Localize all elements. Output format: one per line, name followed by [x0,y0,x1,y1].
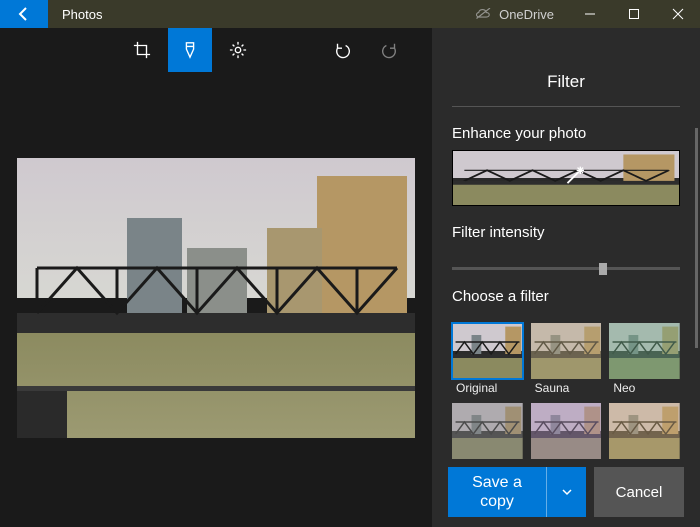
filter-panel: Filter Enhance your photo Filter inten [432,28,700,527]
save-dropdown-button[interactable] [546,467,586,517]
filter-option-5[interactable] [609,403,680,459]
intensity-section-label: Filter intensity [452,224,680,241]
choose-filter-label: Choose a filter [452,288,680,305]
filter-thumbnail [531,323,602,379]
title-bar: Photos OneDrive [0,0,700,28]
filter-grid: Original Sauna Neo [452,323,680,459]
filter-thumbnail [609,403,680,459]
maximize-button[interactable] [612,0,656,28]
enhance-photo-button[interactable] [452,150,680,206]
filter-option-Sauna[interactable]: Sauna [531,323,602,395]
minimize-button[interactable] [568,0,612,28]
photo-canvas[interactable] [0,28,432,527]
adjust-tool-button[interactable] [216,28,260,72]
filter-option-4[interactable] [531,403,602,459]
redo-icon [381,41,399,59]
redo-button[interactable] [368,28,412,72]
enhance-section-label: Enhance your photo [452,125,680,142]
crop-icon [133,41,151,59]
crop-tool-button[interactable] [120,28,164,72]
panel-title: Filter [452,72,680,107]
undo-button[interactable] [320,28,364,72]
cancel-button[interactable]: Cancel [594,467,684,517]
onedrive-label: OneDrive [499,7,554,22]
slider-thumb[interactable] [599,263,607,275]
filter-thumbnail [452,403,523,459]
filter-thumbnail [452,323,523,379]
action-bar: Save a copy Cancel [448,467,684,517]
onedrive-status[interactable]: OneDrive [461,0,568,28]
filter-option-3[interactable] [452,403,523,459]
save-a-copy-button[interactable]: Save a copy [448,467,546,517]
filter-thumbnail [609,323,680,379]
filter-label: Sauna [531,381,602,395]
filter-option-Original[interactable]: Original [452,323,523,395]
filter-intensity-slider[interactable] [452,267,680,270]
brush-icon [181,41,199,59]
filters-tool-button[interactable] [168,28,212,72]
scrollbar[interactable] [695,128,698,348]
chevron-down-icon [560,485,574,499]
undo-icon [333,41,351,59]
edit-toolbar [0,28,432,72]
cloud-off-icon [475,8,493,20]
filter-thumbnail [531,403,602,459]
filter-label: Original [452,381,523,395]
filter-option-Neo[interactable]: Neo [609,323,680,395]
back-button[interactable] [0,0,48,28]
sun-icon [229,41,247,59]
magic-wand-icon [564,165,586,187]
app-title: Photos [48,0,116,28]
close-button[interactable] [656,0,700,28]
filter-label: Neo [609,381,680,395]
edited-photo [17,158,415,438]
